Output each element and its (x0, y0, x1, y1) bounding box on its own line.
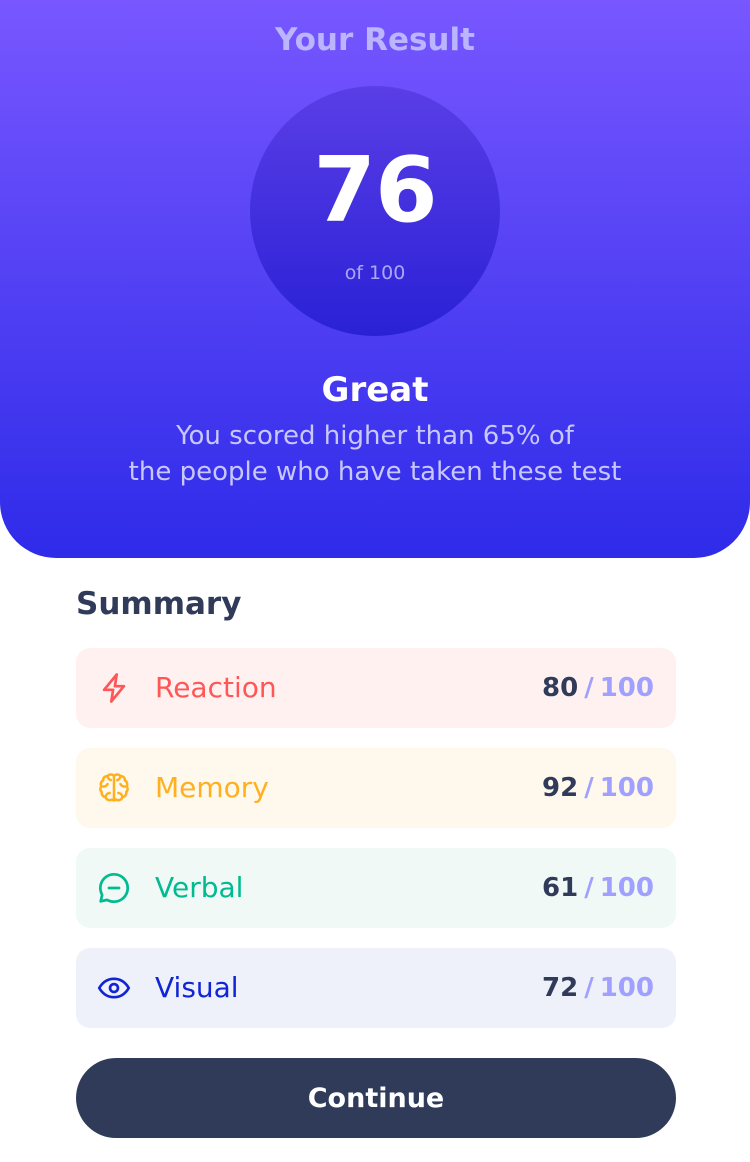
eye-icon (96, 970, 132, 1006)
summary-title: Summary (76, 586, 242, 622)
score-max: 100 (599, 973, 654, 1003)
score-separator: / (584, 673, 594, 703)
score-total: of 100 (344, 262, 406, 284)
score-separator: / (584, 973, 594, 1003)
summary-row-verbal: Verbal 61/100 (76, 848, 676, 928)
brain-icon (96, 770, 132, 806)
summary-row-memory: Memory 92/100 (76, 748, 676, 828)
summary-row-reaction: Reaction 80/100 (76, 648, 676, 728)
summary-row-label: Reaction (155, 671, 277, 704)
verdict-title: Great (321, 370, 429, 410)
score-max: 100 (599, 773, 654, 803)
continue-button[interactable]: Continue (76, 1058, 676, 1138)
results-page: Your Result 76 of 100 Great You scored h… (0, 0, 750, 1162)
summary-row-score: 92/100 (542, 768, 654, 808)
score-separator: / (584, 873, 594, 903)
summary-row-score: 80/100 (542, 668, 654, 708)
score-value: 76 (313, 138, 437, 243)
score-separator: / (584, 773, 594, 803)
score-value: 61 (542, 873, 579, 903)
score-max: 100 (599, 873, 654, 903)
description-line-1: You scored higher than 65% of (176, 421, 574, 451)
summary-row-score: 72/100 (542, 968, 654, 1008)
result-panel: Your Result 76 of 100 Great You scored h… (0, 0, 750, 558)
result-heading: Your Result (275, 22, 475, 58)
summary-row-label: Verbal (155, 871, 244, 904)
summary-row-visual: Visual 72/100 (76, 948, 676, 1028)
score-value: 92 (542, 773, 579, 803)
score-value: 80 (542, 673, 579, 703)
score-value: 72 (542, 973, 579, 1003)
chat-bubble-icon (96, 870, 132, 906)
summary-list: Reaction 80/100 Memory 92 / 100 Verbal 6… (76, 648, 676, 1048)
score-max: 100 (599, 673, 654, 703)
summary-row-score: 61/100 (542, 868, 654, 908)
result-description: You scored higher than 65% of the people… (0, 418, 750, 490)
summary-row-label: Visual (155, 971, 239, 1004)
summary-row-label: Memory (155, 771, 269, 804)
lightning-icon (96, 670, 132, 706)
description-line-2: the people who have taken these test (128, 457, 622, 487)
